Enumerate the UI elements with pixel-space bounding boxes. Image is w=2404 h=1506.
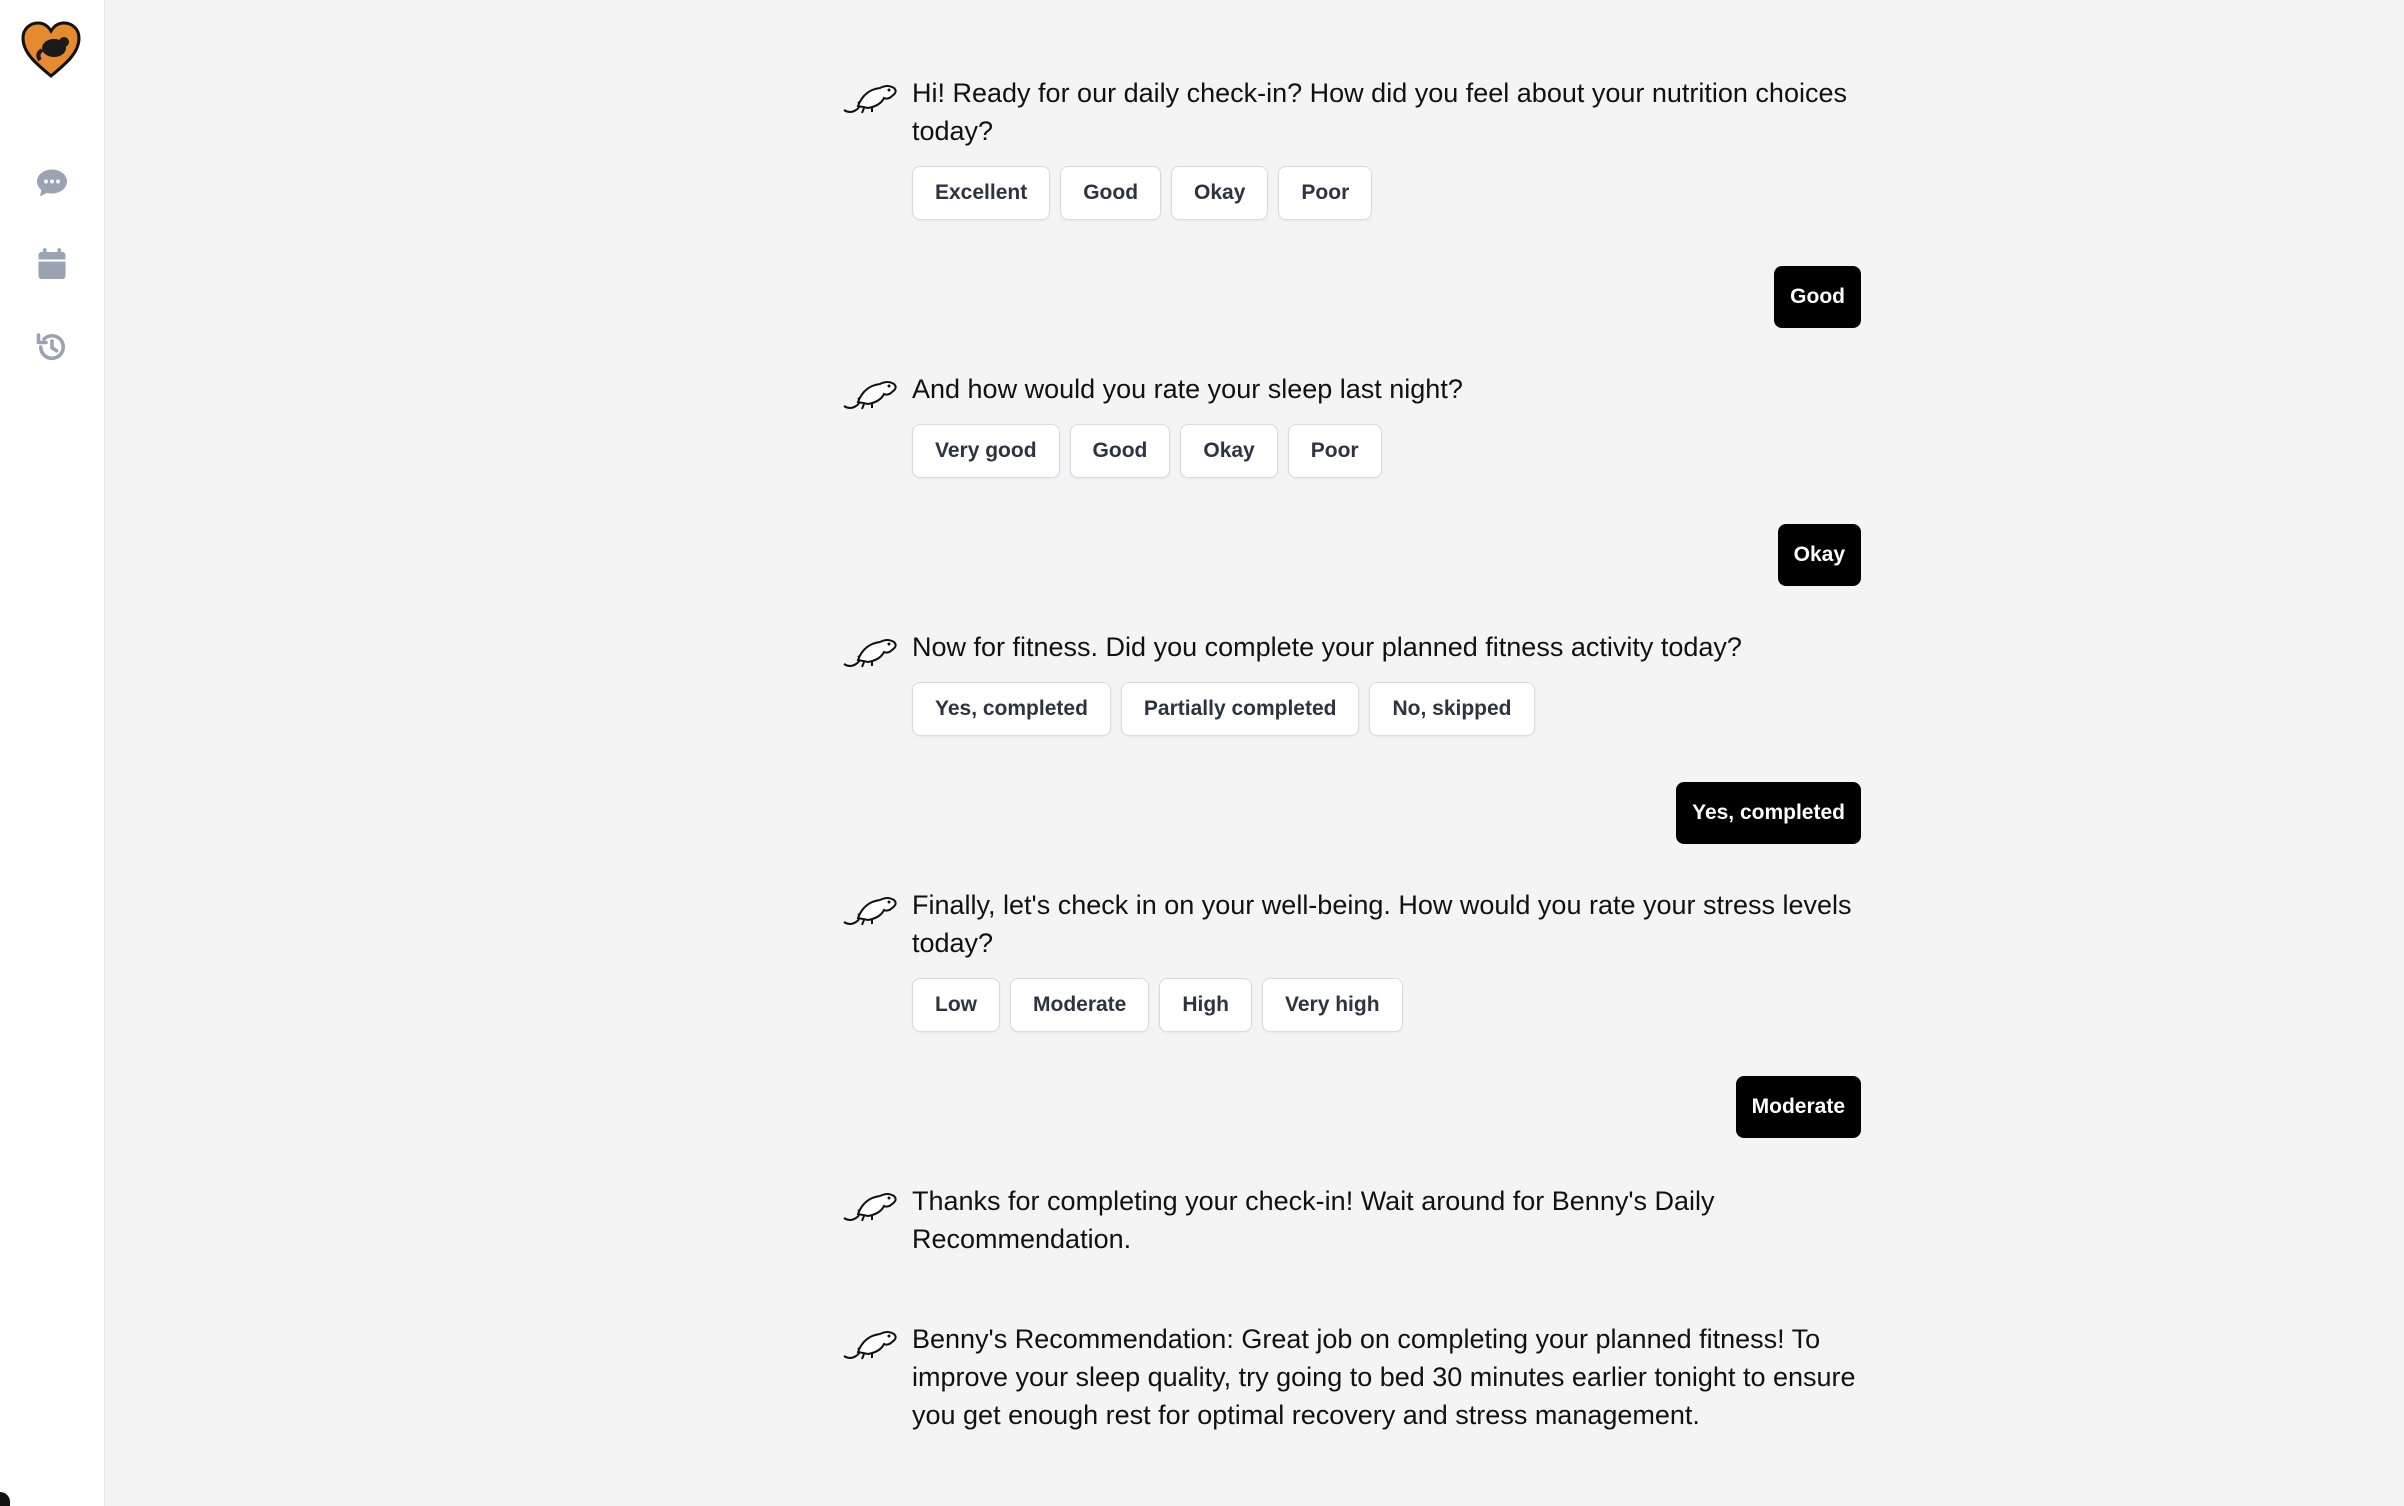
recommendation-text: Benny's Recommendation: Great job on com…	[912, 1324, 1856, 1430]
option-partially-completed[interactable]: Partially completed	[1120, 682, 1360, 736]
option-no-skipped[interactable]: No, skipped	[1369, 682, 1535, 736]
beaver-avatar-icon	[843, 1331, 897, 1360]
option-moderate[interactable]: Moderate	[1010, 978, 1150, 1032]
quick-reply-options: Excellent Good Okay Poor	[912, 166, 1860, 220]
bot-message-text: Finally, let's check in on your well-bei…	[912, 890, 1852, 958]
quick-reply-options: Low Moderate High Very high	[912, 978, 1860, 1032]
option-poor[interactable]: Poor	[1278, 166, 1373, 220]
chat-thread: Hi! Ready for our daily check-in? How di…	[0, 0, 2404, 1506]
beaver-avatar-icon	[843, 897, 897, 926]
beaver-avatar-icon	[843, 639, 897, 668]
option-good[interactable]: Good	[1060, 166, 1162, 220]
user-reply: Good	[1774, 266, 1861, 328]
user-reply: Yes, completed	[1676, 782, 1861, 844]
bot-message-text: And how would you rate your sleep last n…	[912, 374, 1463, 404]
user-reply: Moderate	[1735, 1076, 1861, 1138]
quick-reply-options: Yes, completed Partially completed No, s…	[912, 682, 1860, 736]
beaver-avatar-icon	[843, 85, 897, 114]
beaver-avatar-icon	[843, 381, 897, 410]
bot-message: Thanks for completing your check-in! Wai…	[840, 1182, 1860, 1258]
option-low[interactable]: Low	[912, 978, 1000, 1032]
bot-message-text: Now for fitness. Did you complete your p…	[912, 632, 1742, 662]
option-high[interactable]: High	[1159, 978, 1253, 1032]
option-very-high[interactable]: Very high	[1262, 978, 1403, 1032]
bot-message-text: Thanks for completing your check-in! Wai…	[912, 1186, 1715, 1254]
user-reply: Okay	[1777, 524, 1861, 586]
bot-message-text: Hi! Ready for our daily check-in? How di…	[912, 78, 1847, 146]
option-okay[interactable]: Okay	[1171, 166, 1269, 220]
option-yes-completed[interactable]: Yes, completed	[912, 682, 1111, 736]
quick-reply-options: Very good Good Okay Poor	[912, 424, 1860, 478]
option-very-good[interactable]: Very good	[912, 424, 1060, 478]
option-okay[interactable]: Okay	[1180, 424, 1278, 478]
bot-message: Hi! Ready for our daily check-in? How di…	[840, 74, 1860, 220]
bot-message: Benny's Recommendation: Great job on com…	[840, 1320, 1860, 1434]
bot-message: And how would you rate your sleep last n…	[840, 370, 1860, 478]
bot-message: Now for fitness. Did you complete your p…	[840, 628, 1860, 736]
option-excellent[interactable]: Excellent	[912, 166, 1051, 220]
option-poor[interactable]: Poor	[1287, 424, 1382, 478]
beaver-avatar-icon	[843, 1193, 897, 1222]
bot-message: Finally, let's check in on your well-bei…	[840, 886, 1860, 1032]
option-good[interactable]: Good	[1069, 424, 1171, 478]
